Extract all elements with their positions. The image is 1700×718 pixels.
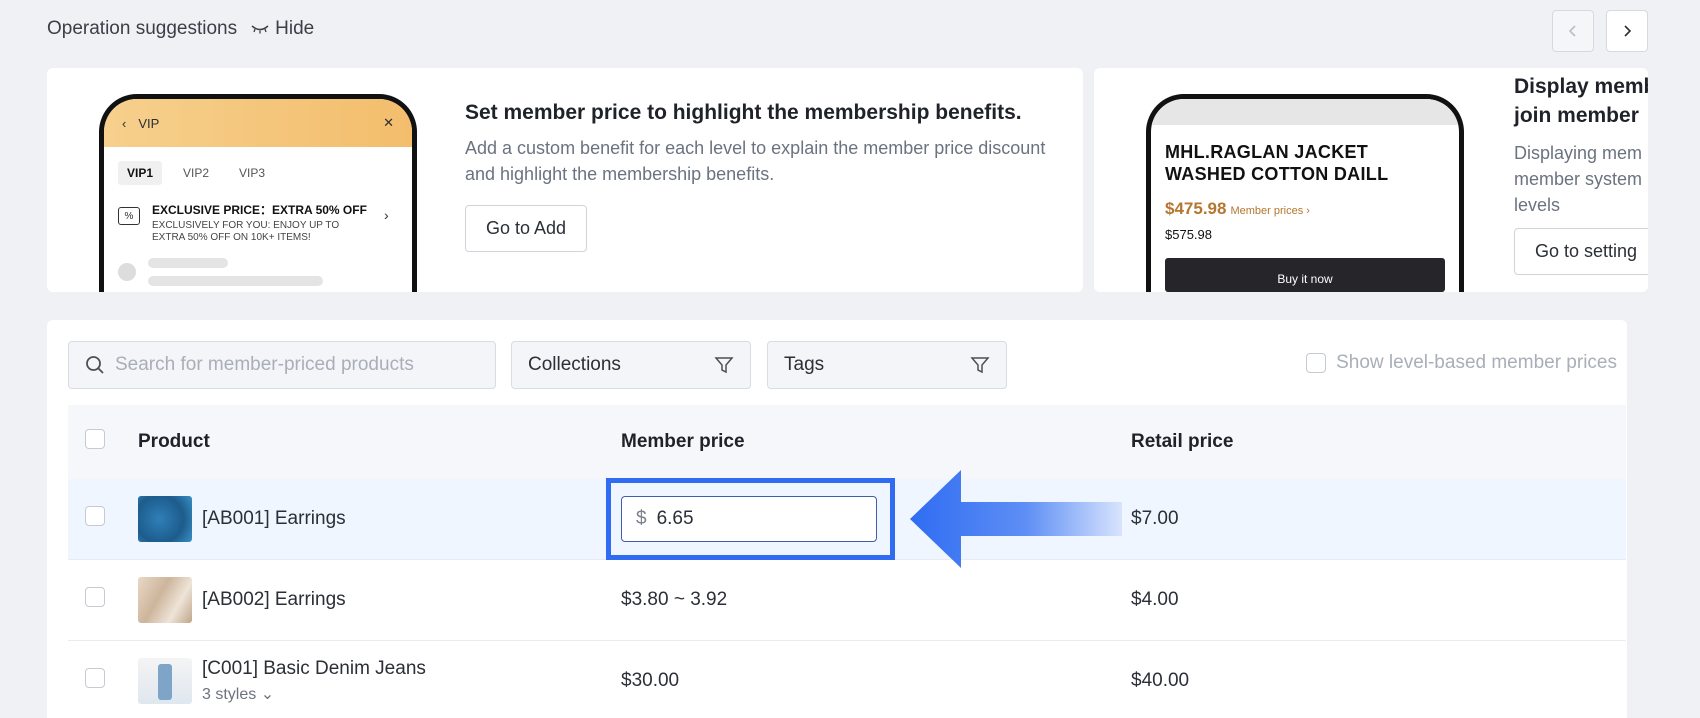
go-to-setting-button[interactable]: Go to setting <box>1514 228 1648 275</box>
retail-price: $4.00 <box>1131 589 1179 610</box>
card-text: Display memb join member Displaying mem me… <box>1514 72 1648 275</box>
skeleton-row <box>104 244 412 286</box>
styles-dropdown[interactable]: 3 styles ⌄ <box>202 684 426 704</box>
back-icon: ‹ <box>122 115 127 131</box>
vip-tab-1: VIP1 <box>118 161 163 185</box>
card-desc-line2: member system <box>1514 169 1643 189</box>
product-thumbnail <box>138 577 192 623</box>
pointer-arrow-icon <box>910 470 1122 568</box>
retail-price: $575.98 <box>1165 227 1212 242</box>
vip-title: VIP <box>138 115 160 131</box>
product-name: [C001] Basic Denim Jeans <box>202 658 426 679</box>
select-all-checkbox[interactable] <box>85 429 105 449</box>
card-desc: Displaying mem member system levels <box>1514 140 1648 218</box>
member-price-input[interactable]: $ <box>621 496 877 542</box>
next-button[interactable] <box>1606 10 1648 52</box>
member-prices-link: Member prices › <box>1230 205 1310 217</box>
card-title-line1: Display memb <box>1514 75 1648 98</box>
show-level-checkbox[interactable] <box>1306 353 1327 373</box>
card-title: Set member price to highlight the member… <box>465 101 1022 124</box>
header-product: Product <box>138 431 210 452</box>
row-checkbox[interactable] <box>85 506 105 526</box>
filter-icon <box>714 357 734 374</box>
offer-title: EXCLUSIVE PRICE：EXTRA 50% OFF <box>152 203 367 217</box>
operation-suggestions-bar: Operation suggestions Hide <box>47 18 314 40</box>
table-row[interactable]: [C001] Basic Denim Jeans 3 styles ⌄ $30.… <box>68 641 1626 718</box>
card-desc-line1: Displaying mem <box>1514 143 1643 163</box>
retail-price: $7.00 <box>1131 508 1179 529</box>
vip-header: ‹ VIP ✕ <box>104 99 412 147</box>
product-name: [AB001] Earrings <box>202 508 346 529</box>
chevron-right-icon: › <box>384 207 389 223</box>
member-price-row: $475.98 Member prices › <box>1151 185 1459 219</box>
row-checkbox[interactable] <box>85 668 105 688</box>
collections-label: Collections <box>528 354 621 375</box>
card-title: Display memb join member <box>1514 72 1648 130</box>
suggestion-card-display-member: MHL.RAGLAN JACKET WASHED COTTON DAILL $4… <box>1094 68 1648 292</box>
prev-button[interactable] <box>1552 10 1594 52</box>
member-price: $30.00 <box>621 670 680 691</box>
suggestion-card-member-price: ‹ VIP ✕ VIP1 VIP2 VIP3 % EXCLUSIVE PRICE：… <box>47 68 1083 292</box>
chevron-left-icon <box>1568 25 1576 37</box>
product-thumbnail <box>138 658 192 704</box>
row-checkbox[interactable] <box>85 587 105 607</box>
vip-tab-2: VIP2 <box>183 166 210 180</box>
product-thumbnail <box>138 496 192 542</box>
offer-desc: EXCLUSIVELY FOR YOU: ENJOY UP TO EXTRA 5… <box>152 220 340 243</box>
member-price-field[interactable] <box>656 508 857 530</box>
tags-filter[interactable]: Tags <box>767 341 1007 389</box>
product-name-block: [C001] Basic Denim Jeans 3 styles ⌄ <box>202 658 426 704</box>
collections-filter[interactable]: Collections <box>511 341 751 389</box>
header-member-price: Member price <box>621 431 745 452</box>
carousel-nav <box>1552 10 1648 52</box>
phone-preview-vip: ‹ VIP ✕ VIP1 VIP2 VIP3 % EXCLUSIVE PRICE：… <box>99 94 417 292</box>
vip-tabs: VIP1 VIP2 VIP3 <box>104 147 412 185</box>
filter-icon <box>970 357 990 374</box>
card-title-line2: join member <box>1514 104 1639 127</box>
retail-price: $40.00 <box>1131 670 1190 691</box>
product-image <box>1151 99 1459 125</box>
products-table: Product Member price Retail price [AB001… <box>68 405 1626 718</box>
buy-now-button: Buy it now <box>1165 258 1445 292</box>
search-box[interactable] <box>68 341 496 389</box>
hide-toggle[interactable]: Hide <box>251 18 314 40</box>
card-text: Set member price to highlight the member… <box>465 98 1065 252</box>
offer-row: % EXCLUSIVE PRICE：EXTRA 50% OFF EXCLUSIV… <box>104 185 412 244</box>
discount-ticket-icon: % <box>118 207 140 225</box>
member-price: $3.80 ~ 3.92 <box>621 589 728 610</box>
member-price: $475.98 <box>1165 199 1227 218</box>
close-icon: ✕ <box>383 115 394 130</box>
card-desc: Add a custom benefit for each level to e… <box>465 138 1046 184</box>
search-input[interactable] <box>115 354 485 376</box>
eye-closed-icon <box>251 25 269 34</box>
search-icon <box>86 356 104 374</box>
table-header: Product Member price Retail price <box>68 405 1626 479</box>
product-name: [AB002] Earrings <box>202 589 346 610</box>
chevron-right-icon <box>1624 25 1632 37</box>
hide-label: Hide <box>275 18 315 39</box>
table-row[interactable]: [AB001] Earrings $ $7.00 <box>68 479 1626 560</box>
product-title: MHL.RAGLAN JACKET WASHED COTTON DAILL <box>1165 142 1389 184</box>
section-title: Operation suggestions <box>47 18 238 39</box>
card-desc-line3: levels <box>1514 195 1561 215</box>
show-level-prices-option[interactable]: Show level-based member prices <box>1306 352 1617 374</box>
go-to-add-button[interactable]: Go to Add <box>465 205 588 252</box>
vip-tab-3: VIP3 <box>239 166 266 180</box>
member-price-panel: Collections Tags Show level-based member… <box>47 320 1627 718</box>
tags-label: Tags <box>784 354 825 375</box>
phone-preview-product: MHL.RAGLAN JACKET WASHED COTTON DAILL $4… <box>1146 94 1464 292</box>
header-retail-price: Retail price <box>1131 431 1234 452</box>
show-level-label: Show level-based member prices <box>1336 352 1617 373</box>
table-row[interactable]: [AB002] Earrings $3.80 ~ 3.92 $4.00 <box>68 560 1626 641</box>
currency-symbol: $ <box>636 508 647 529</box>
